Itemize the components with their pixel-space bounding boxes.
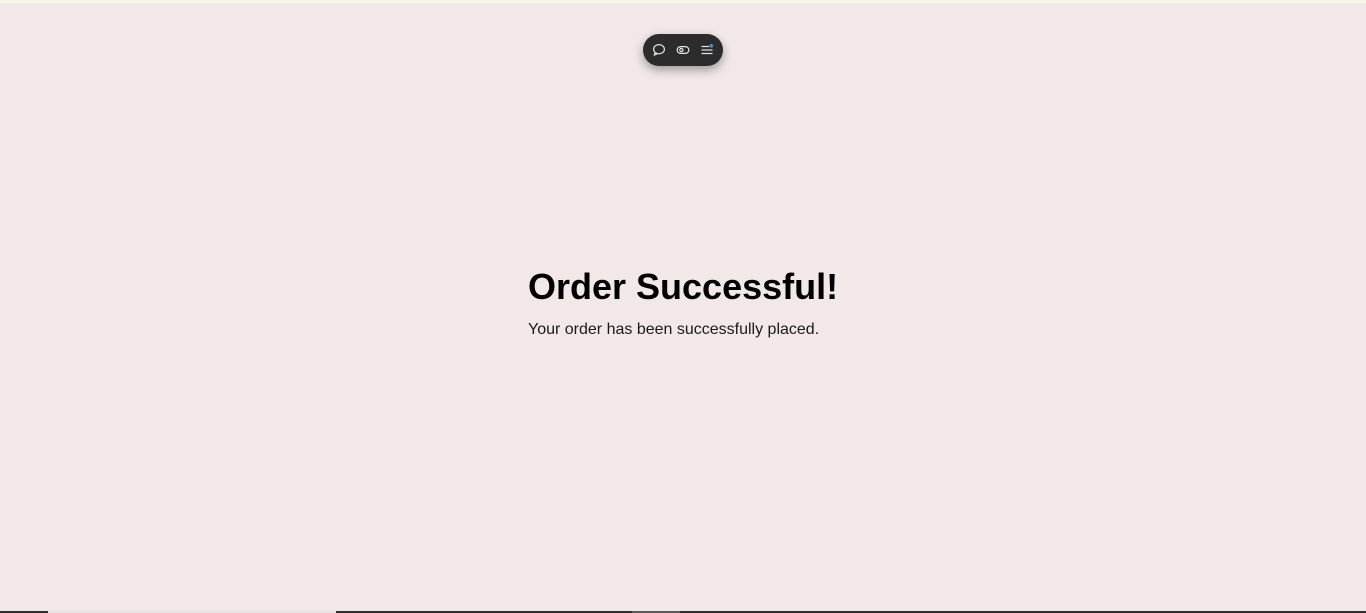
confirmation-message: Your order has been successfully placed. <box>528 321 820 338</box>
comment-icon <box>652 43 666 56</box>
menu-button[interactable] <box>699 42 715 58</box>
order-confirmation: Order Successful! Your order has been su… <box>528 266 928 340</box>
page-title: Order Successful! <box>528 266 839 307</box>
menu-list-icon <box>701 44 714 55</box>
top-strip <box>0 0 1366 3</box>
toggle-eye-icon <box>676 45 690 55</box>
floating-toolbar <box>643 34 723 66</box>
preview-toggle-button[interactable] <box>675 42 691 58</box>
comment-button[interactable] <box>651 42 667 58</box>
